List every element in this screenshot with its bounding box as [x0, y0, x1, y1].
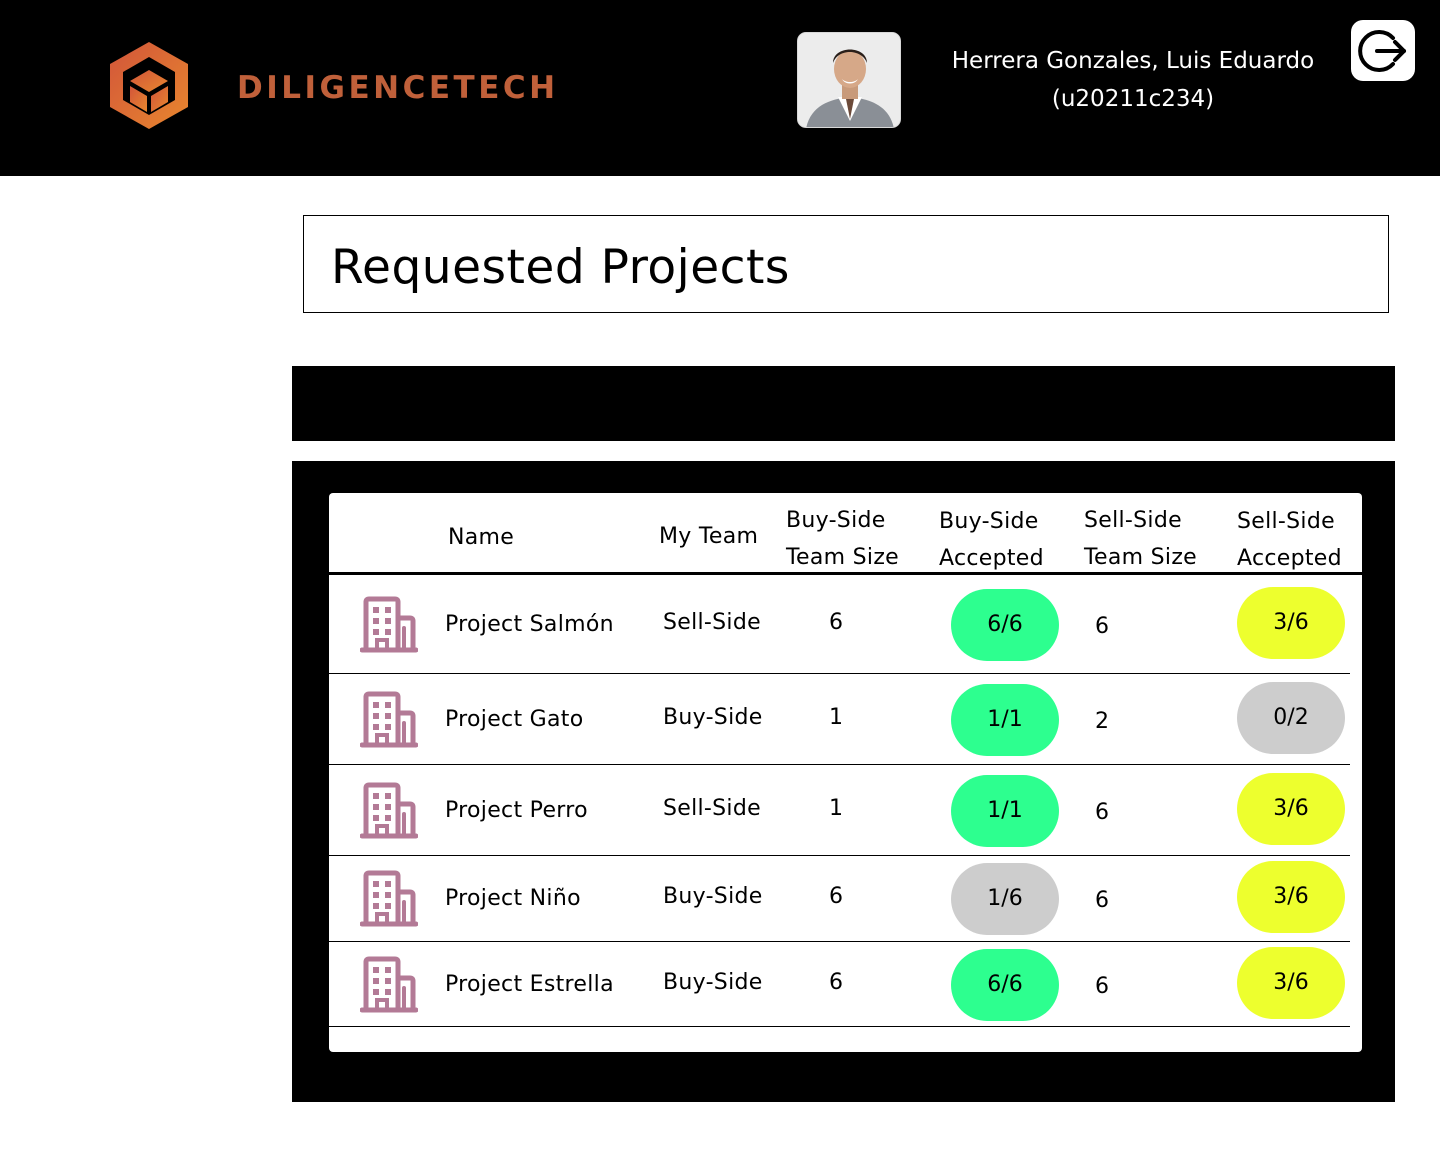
column-header-line: Sell-Side [1237, 509, 1335, 534]
logout-button[interactable] [1351, 20, 1415, 81]
my-team: Sell-Side [663, 609, 761, 635]
brand-name: DILIGENCETECH [237, 70, 559, 106]
page-title-box: Requested Projects [303, 215, 1389, 313]
project-name[interactable]: Project Niño [445, 884, 581, 914]
table-row[interactable]: Project Estrella Buy-Side 6 6/6 6 3/6 [329, 942, 1350, 1027]
building-icon [359, 596, 419, 654]
user-photo [798, 33, 900, 127]
table-row[interactable]: Project Gato Buy-Side 1 1/1 2 0/2 [329, 674, 1350, 765]
buy-side-accepted-badge: 1/6 [951, 863, 1059, 935]
projects-table: Name My Team Buy-Side Team Size Buy-Side… [329, 493, 1362, 1052]
project-name[interactable]: Project Perro [445, 796, 588, 826]
building-icon [359, 870, 419, 928]
sell-side-team-size: 6 [1095, 888, 1110, 913]
sell-side-team-size: 6 [1095, 973, 1110, 999]
project-name[interactable]: Project Salmón [445, 610, 614, 640]
sell-side-accepted-badge: 3/6 [1237, 772, 1345, 845]
column-header-line: Team Size [1084, 545, 1198, 570]
buy-side-accepted-badge: 6/6 [951, 948, 1059, 1021]
my-team: Buy-Side [663, 884, 763, 909]
sell-side-accepted-badge: 3/6 [1237, 586, 1345, 659]
buy-side-team-size: 1 [829, 704, 844, 730]
table-row[interactable]: Project Salmón Sell-Side 6 6/6 6 3/6 [329, 575, 1350, 674]
column-header-sell-side-accepted: Sell-Side Accepted [1237, 503, 1342, 577]
building-icon [359, 782, 419, 840]
sell-side-team-size: 2 [1095, 708, 1110, 734]
toolbar-bar [292, 366, 1395, 441]
column-header-sell-side-team-size: Sell-Side Team Size [1084, 502, 1197, 576]
table-row[interactable]: Project Niño Buy-Side 6 1/6 6 3/6 [329, 856, 1350, 942]
buy-side-accepted-badge: 6/6 [951, 588, 1059, 661]
user-info: Herrera Gonzales, Luis Eduardo (u20211c2… [920, 42, 1346, 118]
my-team: Buy-Side [663, 969, 763, 995]
buy-side-accepted-badge: 1/1 [951, 774, 1059, 847]
project-name[interactable]: Project Gato [445, 705, 583, 735]
building-icon [359, 691, 419, 749]
column-header-line: Buy-Side [939, 509, 1039, 534]
buy-side-team-size: 6 [829, 969, 844, 995]
sell-side-accepted-badge: 3/6 [1237, 946, 1345, 1019]
page-title: Requested Projects [331, 240, 790, 295]
column-header-line: Buy-Side [786, 508, 886, 533]
buy-side-team-size: 6 [829, 884, 844, 909]
project-name[interactable]: Project Estrella [445, 970, 614, 1000]
buy-side-team-size: 6 [829, 609, 844, 635]
logout-icon [1358, 30, 1406, 72]
column-header-buy-side-accepted: Buy-Side Accepted [939, 503, 1044, 577]
my-team: Sell-Side [663, 795, 761, 821]
column-header-line: Sell-Side [1084, 508, 1182, 533]
column-header-name: Name [448, 525, 515, 550]
user-avatar[interactable] [797, 32, 901, 128]
column-header-buy-side-team-size: Buy-Side Team Size [786, 502, 899, 576]
buy-side-team-size: 1 [829, 795, 844, 821]
cube-logo-icon [110, 42, 188, 129]
sell-side-accepted-badge: 3/6 [1237, 861, 1345, 933]
my-team: Buy-Side [663, 704, 763, 730]
column-header-line: Team Size [786, 545, 900, 570]
table-row[interactable]: Project Perro Sell-Side 1 1/1 6 3/6 [329, 765, 1350, 856]
buy-side-accepted-badge: 1/1 [951, 683, 1059, 756]
building-icon [359, 956, 419, 1014]
sell-side-team-size: 6 [1095, 799, 1110, 825]
sell-side-team-size: 6 [1095, 613, 1110, 639]
top-header-bar: DILIGENCETECH Herrera Gonzales, Luis Edu… [0, 0, 1440, 176]
user-code: (u20211c234) [1051, 86, 1215, 112]
sell-side-accepted-badge: 0/2 [1237, 681, 1345, 754]
user-name: Herrera Gonzales, Luis Eduardo [951, 48, 1315, 74]
column-header-my-team: My Team [659, 524, 759, 549]
